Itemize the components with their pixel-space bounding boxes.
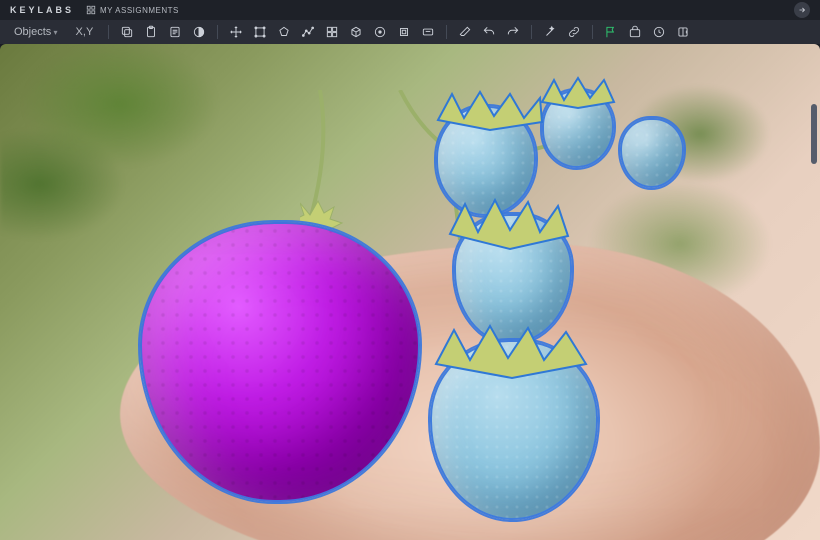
toolbar-separator [531, 25, 532, 39]
scrollbar-thumb[interactable] [811, 104, 817, 164]
approve-button[interactable] [624, 22, 646, 42]
link-tool[interactable] [563, 22, 585, 42]
redo-icon [506, 25, 520, 39]
my-assignments-link[interactable]: MY ASSIGNMENTS [86, 5, 179, 15]
cuboid-icon [349, 25, 363, 39]
toolbar-separator [592, 25, 593, 39]
segmentation-tool[interactable] [321, 22, 343, 42]
brand-logo: KEYLABS [10, 5, 74, 15]
magic-wand-icon [543, 25, 557, 39]
polygon-tool[interactable] [273, 22, 295, 42]
arrow-icon [797, 5, 807, 15]
classification-icon [421, 25, 435, 39]
move-tool[interactable] [225, 22, 247, 42]
paste-icon [144, 25, 158, 39]
classification-tool[interactable] [417, 22, 439, 42]
my-assignments-label: MY ASSIGNMENTS [100, 6, 179, 15]
toolbar-separator [217, 25, 218, 39]
grid-icon [86, 5, 96, 15]
rotated-bbox-tool[interactable] [393, 22, 415, 42]
copy-icon [120, 25, 134, 39]
annotation-mask[interactable] [436, 106, 536, 216]
send-icon [676, 25, 690, 39]
app-header: KEYLABS MY ASSIGNMENTS [0, 0, 820, 20]
contrast-icon [192, 25, 206, 39]
help-button[interactable] [794, 2, 810, 18]
toolbar-separator [108, 25, 109, 39]
undo-button[interactable] [478, 22, 500, 42]
cuboid-tool[interactable] [345, 22, 367, 42]
polyline-tool[interactable] [297, 22, 319, 42]
keypoint-icon [373, 25, 387, 39]
segmentation-icon [325, 25, 339, 39]
reject-button[interactable] [648, 22, 670, 42]
move-icon [229, 25, 243, 39]
coordinates-readout: X,Y [68, 26, 102, 38]
magic-wand-tool[interactable] [539, 22, 561, 42]
flag-icon [604, 25, 618, 39]
redo-button[interactable] [502, 22, 524, 42]
polygon-icon [277, 25, 291, 39]
annotation-canvas[interactable] [0, 44, 820, 540]
bbox-tool[interactable] [249, 22, 271, 42]
paste-button[interactable] [140, 22, 162, 42]
copy-button[interactable] [116, 22, 138, 42]
bbox-icon [253, 25, 267, 39]
approve-icon [628, 25, 642, 39]
objects-dropdown[interactable]: Objects [6, 26, 66, 38]
header-left: KEYLABS MY ASSIGNMENTS [10, 5, 179, 15]
keypoint-tool[interactable] [369, 22, 391, 42]
contrast-button[interactable] [188, 22, 210, 42]
eraser-tool[interactable] [454, 22, 476, 42]
reject-icon [652, 25, 666, 39]
list-button[interactable] [164, 22, 186, 42]
toolbar-separator [446, 25, 447, 39]
list-icon [168, 25, 182, 39]
undo-icon [482, 25, 496, 39]
toolbar: Objects X,Y [0, 20, 820, 44]
eraser-icon [458, 25, 472, 39]
polyline-icon [301, 25, 315, 39]
link-icon [567, 25, 581, 39]
flag-button[interactable] [600, 22, 622, 42]
send-button[interactable] [672, 22, 694, 42]
rotated-bbox-icon [397, 25, 411, 39]
